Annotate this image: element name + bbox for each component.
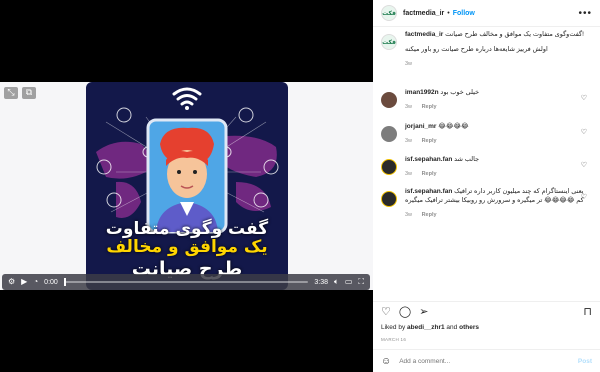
video-progress-knob[interactable] [63,278,66,286]
comment-time: 3w [405,104,413,110]
comment-time: 3w [405,138,413,144]
comment-meta: 3w Reply [405,137,585,146]
comment-meta: 3w Reply [405,170,585,179]
post-side-panel: فکت factmedia_ir • Follow ••• فکت factme… [373,0,600,372]
comment-text: 😂😂😂😂 [438,123,469,130]
video-poster: گفت وگوی متفاوت یک موافق و مخالف طرح صیا… [86,82,288,290]
comment-username[interactable]: isf.sepahan.fan [405,188,452,195]
post-actions: ♡ ◯ ➢ ⊓ [373,301,600,321]
add-comment-bar: ☺ Post [373,349,600,372]
caption-body: factmedia_ir گفت‌وگوی متفاوت یک موافق و … [405,30,585,69]
comment-body: isf.sepahan.fan یعنی اینستاگرام که چند م… [405,187,585,220]
volume-icon[interactable]: 🔈︎ [334,278,339,286]
mute-icon[interactable]: ◔ [33,278,38,286]
heart-icon[interactable]: ♡ [581,193,587,201]
video-controls: ⚙ ▶ ◔ 0:00 3:38 🔈︎ ▭ ⛶ [2,274,370,290]
likes-prefix: Liked by [381,324,406,331]
comments-list: فکت factmedia_ir گفت‌وگوی متفاوت یک مواف… [373,30,600,218]
comment-item: isf.sepahan.fan یعنی اینستاگرام که چند م… [373,187,593,220]
more-icon[interactable]: ••• [578,8,592,19]
comment-item: isf.sepahan.fan جالب شد 3w Reply ♡ [373,155,593,179]
commenter-avatar[interactable] [381,191,397,207]
emoji-icon[interactable]: ☺ [381,356,391,367]
commenter-avatar[interactable] [381,126,397,142]
heart-icon[interactable]: ♡ [581,128,587,136]
comment-time: 3w [405,171,413,177]
caption-line1: گفت‌وگوی متفاوت یک موافق و مخالف طرح صیا… [445,31,584,38]
duration: 3:38 [314,278,329,286]
comment-body: jorjani_mr 😂😂😂😂 3w Reply [405,122,585,146]
likes-others[interactable]: others [459,324,479,331]
comment-meta: 3w Reply [405,103,585,112]
video-player[interactable]: گفت وگوی متفاوت یک موافق و مخالف طرح صیا… [0,82,373,290]
post-media: گفت وگوی متفاوت یک موافق و مخالف طرح صیا… [0,0,373,372]
comment-username[interactable]: jorjani_mr [405,123,436,130]
reply-button[interactable]: Reply [422,104,437,110]
caption-username[interactable]: factmedia_ir [405,31,443,38]
like-heart-icon[interactable]: ♡ [381,305,391,318]
heart-icon[interactable]: ♡ [581,94,587,102]
author-avatar[interactable]: فکت [381,5,397,21]
comment-icon[interactable]: ◯ [399,305,411,318]
expand-icon[interactable]: ⤡ [4,86,18,99]
comment-time: 3w [405,212,413,218]
heart-icon[interactable]: ♡ [581,161,587,169]
comment-body: isf.sepahan.fan جالب شد 3w Reply [405,155,585,179]
video-progress-bar[interactable] [63,278,309,286]
post-date: MARCH 16 [381,337,407,342]
post-button[interactable]: Post [578,358,592,365]
pip-icon[interactable]: ⧉ [22,86,36,99]
poster-title-line2: یک موافق و مخالف [106,237,268,257]
comment-input[interactable] [399,357,578,365]
pip-mode-icon[interactable]: ▭ [345,278,353,286]
comment-meta: 3w Reply [405,211,585,220]
likes-and: and [446,324,458,331]
comment-body: iman1992n خیلی خوب بود 3w Reply [405,88,585,112]
reply-button[interactable]: Reply [422,171,437,177]
comment-item: iman1992n خیلی خوب بود 3w Reply ♡ [373,88,593,112]
poster-title-line1: گفت وگوی متفاوت [105,219,269,239]
commenter-avatar[interactable] [381,159,397,175]
current-time: 0:00 [44,278,58,286]
follow-button[interactable]: Follow [453,10,475,17]
caption-time: 3w [405,61,413,67]
caption-line2: اولش فرییز شایعه‌ها درباره طرح صیانت رو … [405,46,548,53]
commenter-avatar[interactable] [381,92,397,108]
reply-button[interactable]: Reply [422,138,437,144]
comment-text: جالب شد [454,156,480,163]
play-icon[interactable]: ▶ [21,278,27,286]
author-username[interactable]: factmedia_ir [403,10,444,17]
separator-dot: • [447,9,450,17]
comment-username[interactable]: isf.sepahan.fan [405,156,452,163]
share-icon[interactable]: ➢ [419,305,428,318]
comment-text: خیلی خوب بود [440,89,480,96]
likes-summary: Liked by abedi__zhr1 and others [381,324,479,331]
caption-avatar[interactable]: فکت [381,34,397,50]
settings-icon[interactable]: ⚙ [8,278,15,286]
post-header: فکت factmedia_ir • Follow ••• [373,0,600,27]
video-top-controls: ⤡ ⧉ [4,86,40,99]
likes-user[interactable]: abedi__zhr1 [407,324,445,331]
fullscreen-icon[interactable]: ⛶ [358,278,364,286]
comment-username[interactable]: iman1992n [405,89,439,96]
caption: فکت factmedia_ir گفت‌وگوی متفاوت یک مواف… [373,30,600,69]
comment-item: jorjani_mr 😂😂😂😂 3w Reply ♡ [373,122,593,146]
bookmark-icon[interactable]: ⊓ [583,305,592,318]
reply-button[interactable]: Reply [422,212,437,218]
